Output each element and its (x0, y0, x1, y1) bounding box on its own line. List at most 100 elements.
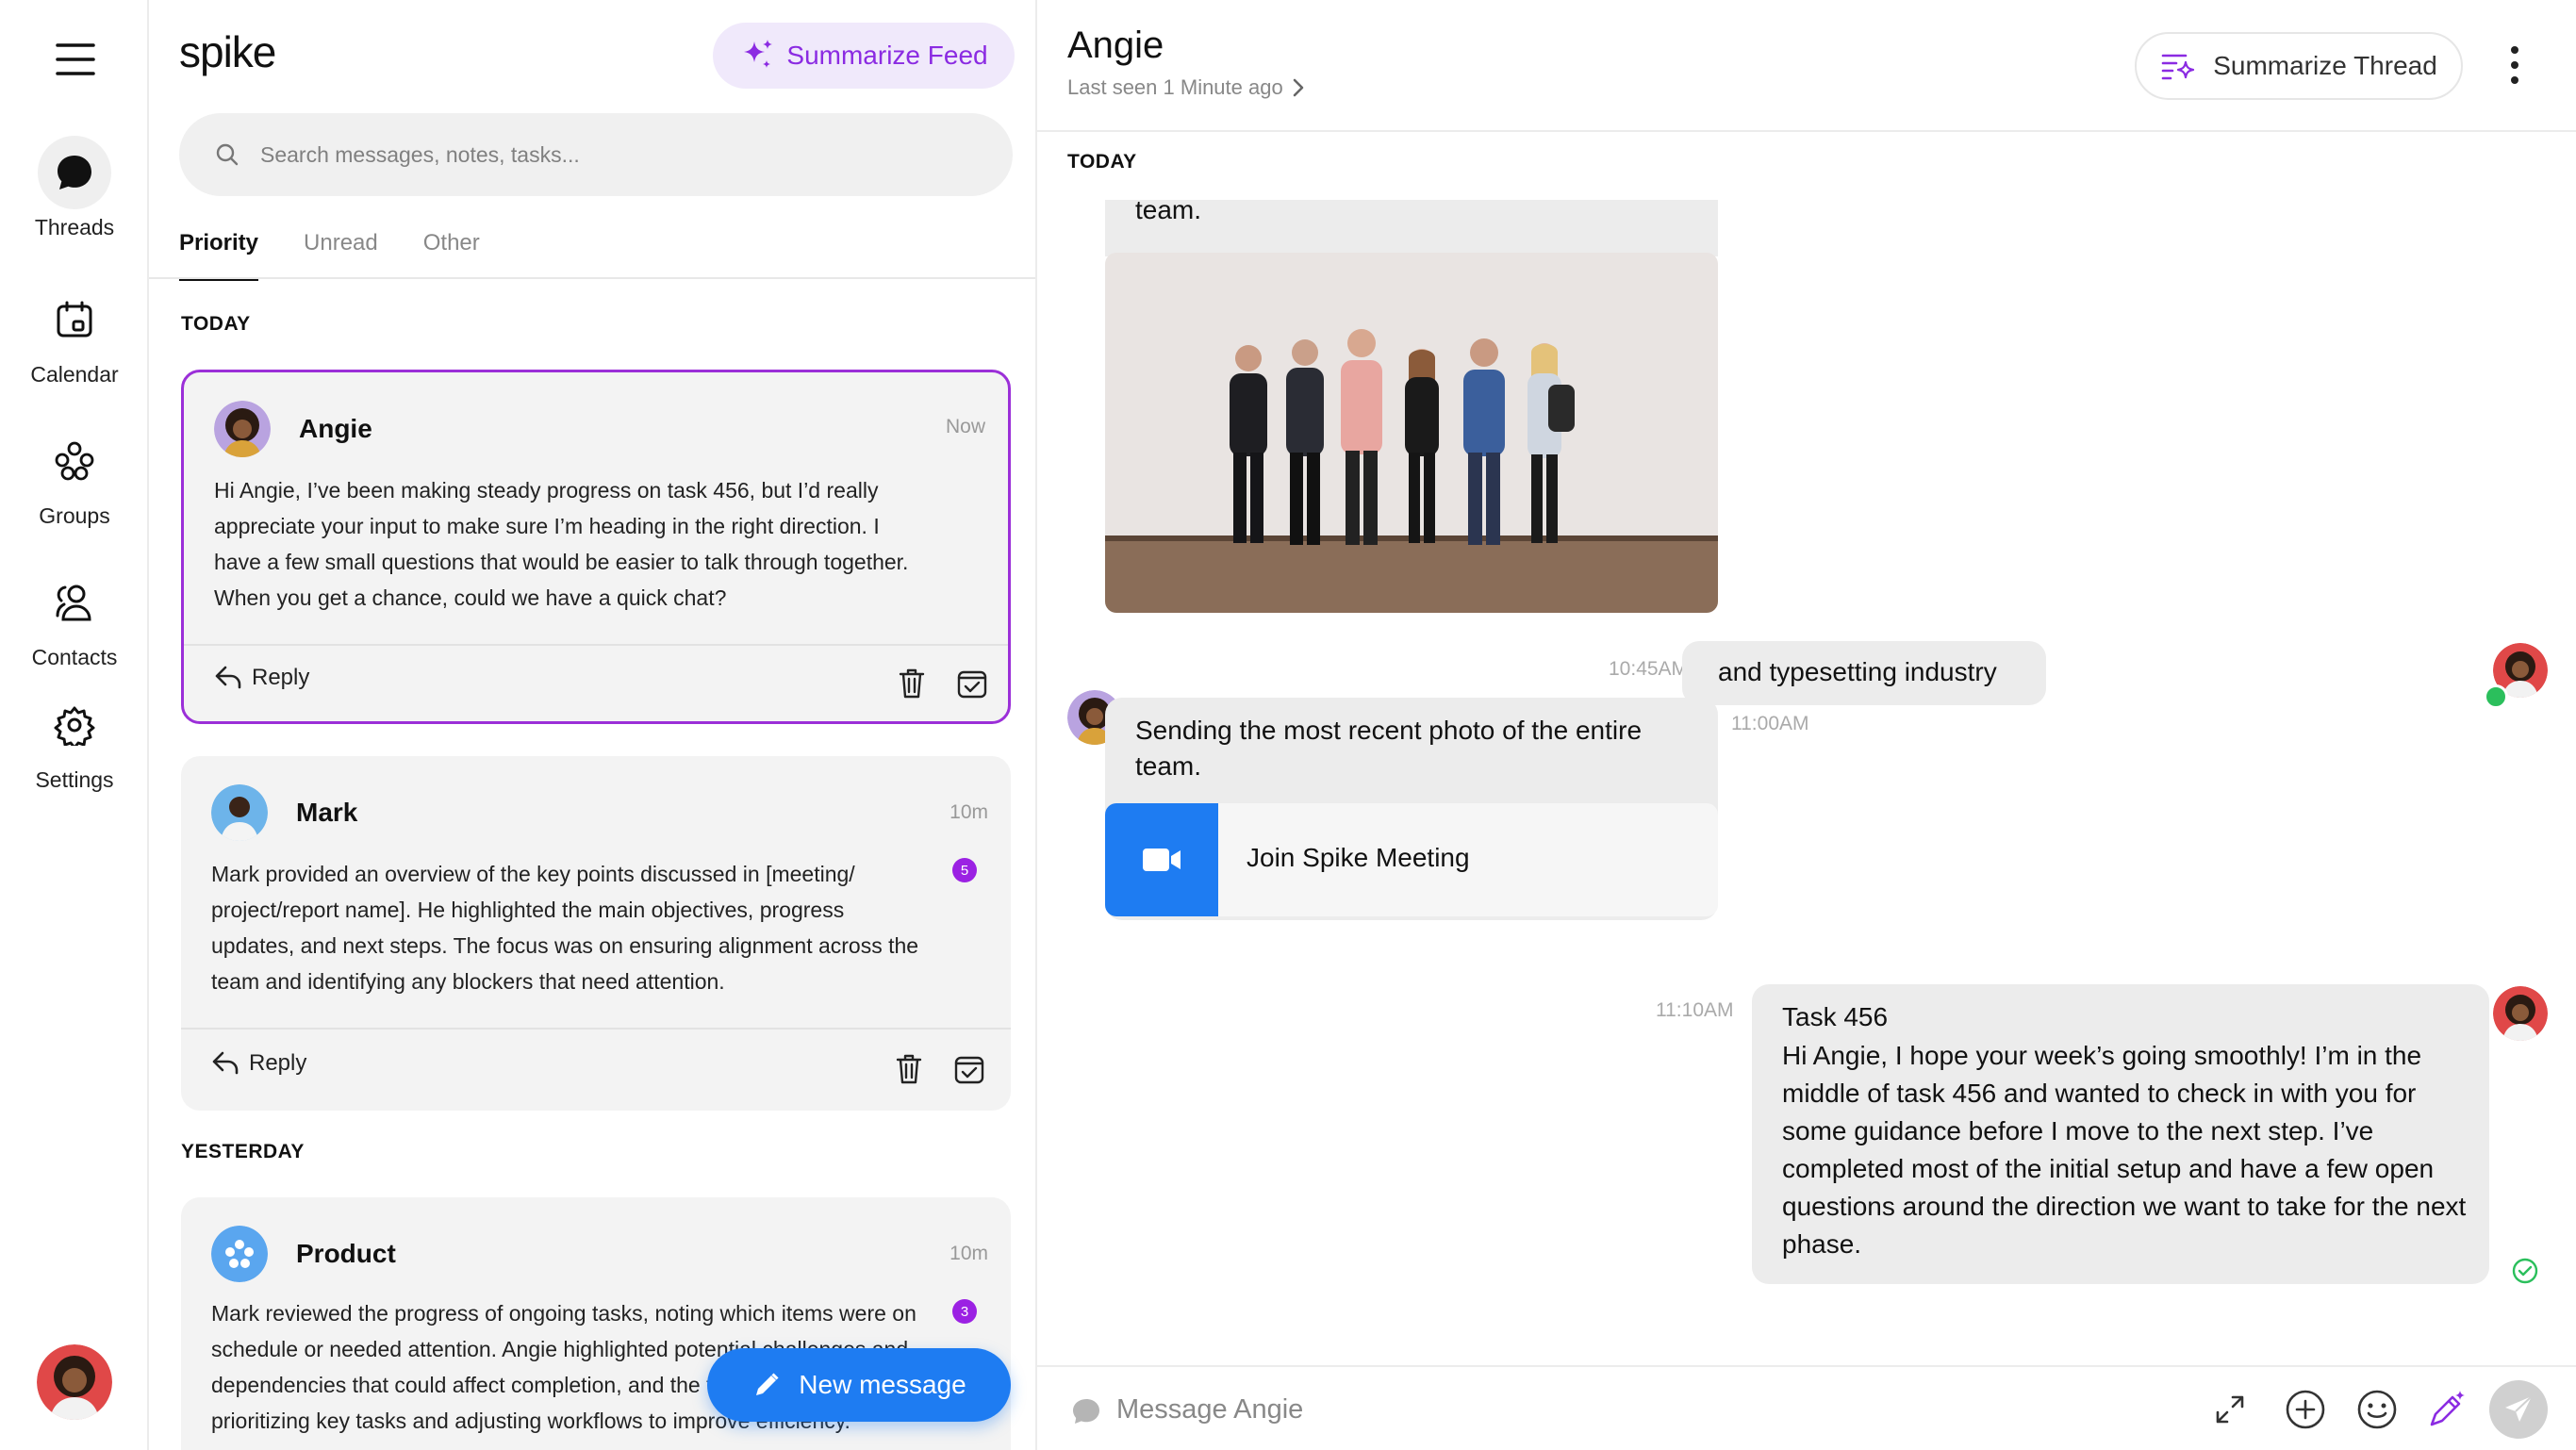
nav-label-calendar: Calendar (30, 362, 119, 387)
nav-label-threads: Threads (34, 215, 115, 239)
tab-priority[interactable]: Priority (179, 215, 259, 281)
thread-date-header: TODAY (1067, 151, 1137, 173)
message-text: and typesetting industry (1718, 657, 1997, 686)
delete-button[interactable] (893, 665, 931, 702)
add-attachment-button[interactable] (2282, 1386, 2329, 1433)
unread-badge: 5 (952, 858, 977, 882)
chat-bubble-icon (38, 136, 111, 209)
join-meeting-label: Join Spike Meeting (1247, 843, 1470, 872)
ai-write-button[interactable] (2423, 1386, 2470, 1433)
thread-panel: Angie Last seen 1 Minute ago Summarize T… (1037, 0, 2576, 1450)
user-avatar[interactable] (37, 1344, 112, 1420)
expand-button[interactable] (2206, 1386, 2254, 1433)
online-status-icon (2484, 684, 2508, 709)
delivered-check-icon (2512, 1258, 2538, 1284)
card-preview: Hi Angie, I’ve been making steady progre… (214, 478, 909, 610)
thread-contact-name[interactable]: Angie (1067, 25, 1164, 67)
section-header-yesterday: YESTERDAY (181, 1141, 305, 1162)
nav-item-groups[interactable]: Groups (0, 424, 149, 529)
app-logo: spike (179, 27, 276, 76)
summarize-thread-button[interactable]: Summarize Thread (2135, 32, 2463, 100)
mark-done-button[interactable] (950, 1050, 988, 1088)
menu-icon[interactable] (56, 40, 95, 79)
card-time: 10m (949, 801, 988, 823)
unread-badge: 3 (952, 1299, 977, 1324)
video-camera-icon (1105, 803, 1218, 916)
last-seen-text: Last seen 1 Minute ago (1067, 75, 1283, 99)
card-header: Product (211, 1226, 396, 1282)
section-header-today: TODAY (181, 313, 251, 335)
new-message-button[interactable]: New message (707, 1348, 1011, 1422)
gear-icon (38, 688, 111, 762)
message-list[interactable]: Sending the most recent photo of the ent… (1037, 200, 2576, 1365)
more-options-icon[interactable] (2501, 43, 2529, 87)
card-sender-name: Product (296, 1239, 396, 1268)
checkbox-done-icon (956, 667, 988, 700)
search-input[interactable] (260, 141, 977, 168)
last-seen-status[interactable]: Last seen 1 Minute ago (1067, 75, 1306, 100)
message-time: 11:00AM (1731, 713, 1809, 734)
summarize-feed-label: Summarize Feed (786, 41, 988, 70)
nav-rail: Threads Calendar Groups Contacts Setting (0, 0, 149, 1450)
card-time: 10m (949, 1243, 988, 1264)
avatar (214, 401, 271, 457)
delete-button[interactable] (890, 1050, 928, 1088)
pencil-icon (751, 1370, 782, 1400)
trash-icon (898, 667, 926, 700)
card-time: Now (945, 416, 985, 437)
search-bar (179, 113, 1013, 196)
summarize-lines-icon (2160, 51, 2196, 81)
nav-item-settings[interactable]: Settings (0, 688, 149, 793)
nav-label-settings: Settings (35, 767, 114, 792)
feed-card[interactable]: Mark 10m 5 Mark provided an overview of … (181, 756, 1011, 1111)
message-bubble[interactable]: Task 456 Hi Angie, I hope your week’s go… (1752, 984, 2489, 1284)
trash-icon (895, 1053, 923, 1085)
nav-item-calendar[interactable]: Calendar (0, 283, 149, 387)
message-title: Task 456 (1782, 1002, 1889, 1031)
emoji-button[interactable] (2353, 1386, 2401, 1433)
sparkle-icon (739, 38, 775, 74)
app-window: Threads Calendar Groups Contacts Setting (0, 0, 2576, 1450)
contacts-icon (38, 566, 111, 639)
card-divider (184, 644, 1008, 646)
message-bubble[interactable]: Sending the most recent photo of the ent… (1105, 200, 1718, 256)
tab-other[interactable]: Other (423, 215, 480, 279)
new-message-label: New message (799, 1370, 966, 1399)
feed-panel: spike Summarize Feed Priority Unread Oth… (149, 0, 1037, 1450)
card-preview: Mark provided an overview of the key poi… (211, 862, 919, 994)
checkbox-done-icon (953, 1053, 985, 1085)
feed-card[interactable]: Angie Now Hi Angie, I’ve been making ste… (181, 370, 1011, 724)
nav-item-threads[interactable]: Threads (0, 136, 149, 240)
message-time: 11:10AM (1656, 999, 1734, 1021)
groups-icon (38, 424, 111, 498)
message-input[interactable] (1116, 1384, 2191, 1435)
message-text: Sending the most recent photo of the ent… (1135, 716, 1643, 781)
reply-label: Reply (252, 665, 310, 690)
mark-done-button[interactable] (953, 665, 991, 702)
tab-unread[interactable]: Unread (304, 215, 378, 279)
reply-button[interactable]: Reply (214, 665, 309, 691)
nav-label-groups: Groups (39, 503, 110, 528)
reply-button[interactable]: Reply (211, 1050, 306, 1077)
summarize-feed-button[interactable]: Summarize Feed (713, 23, 1015, 89)
message-composer (1037, 1365, 2576, 1450)
search-icon (215, 142, 239, 167)
tabs-divider (149, 277, 1035, 279)
avatar (211, 1226, 268, 1282)
card-divider (181, 1028, 1011, 1030)
message-bubble[interactable]: and typesetting industry (1682, 641, 2046, 705)
join-meeting-card[interactable]: Join Spike Meeting (1105, 803, 1718, 916)
thread-header-divider (1037, 130, 2576, 132)
team-photo[interactable] (1105, 253, 1718, 613)
message-text: Sending the most recent photo of the ent… (1135, 200, 1202, 224)
card-sender-name: Angie (299, 414, 372, 443)
card-header: Mark (211, 784, 357, 841)
card-sender-name: Mark (296, 798, 358, 827)
send-button[interactable] (2489, 1380, 2548, 1439)
chevron-right-icon (1291, 77, 1306, 98)
summarize-thread-label: Summarize Thread (2213, 51, 2437, 80)
nav-label-contacts: Contacts (31, 645, 118, 669)
nav-item-contacts[interactable]: Contacts (0, 566, 149, 670)
avatar (2493, 986, 2548, 1041)
reply-label: Reply (249, 1050, 307, 1076)
